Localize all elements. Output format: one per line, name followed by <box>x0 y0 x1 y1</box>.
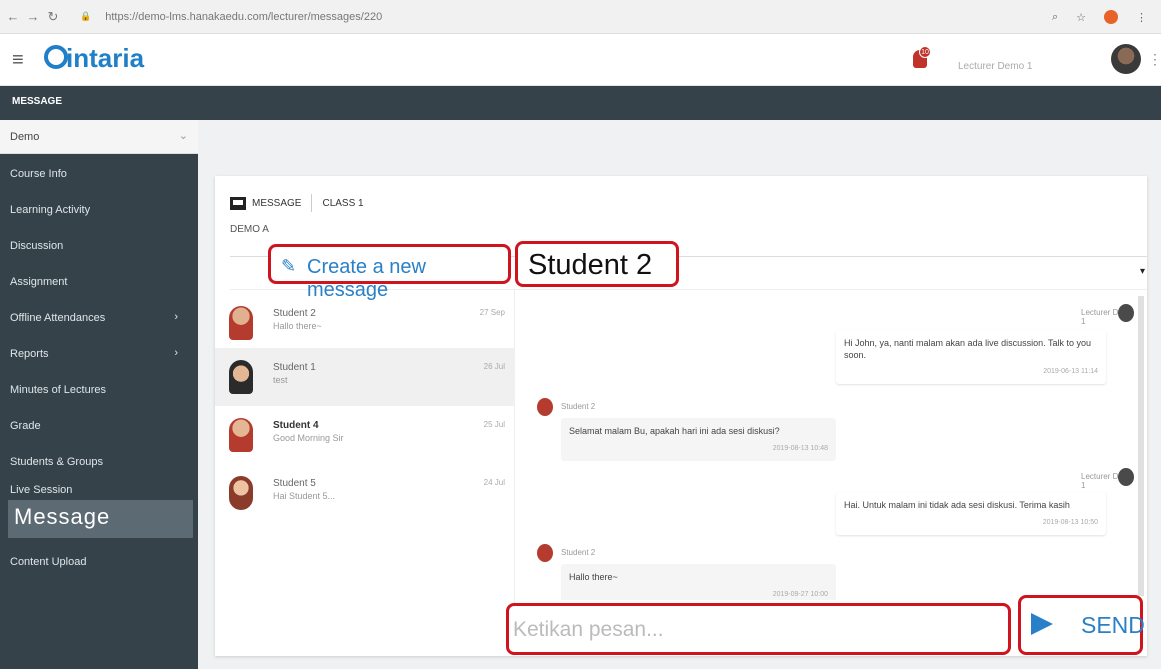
create-message-button[interactable]: ✎ Create a new message <box>268 244 511 301</box>
sidebar-item-course-info[interactable]: Course Info <box>0 162 198 188</box>
conversation-preview: Hallo there~ <box>273 321 322 331</box>
conversation-list: Student 2 Hallo there~ 27 Sep Student 1 … <box>215 290 515 656</box>
sidebar-item-learning-activity[interactable]: Learning Activity <box>0 198 198 224</box>
recipient-title: Student 2 <box>515 241 679 287</box>
message-bubble: Hallo there~ 2019-09-27 10:00 <box>561 564 836 600</box>
chat-thread: Lecturer Demo 1 Hi John, ya, nanti malam… <box>521 296 1139 600</box>
user-name[interactable]: Lecturer Demo 1 <box>958 61 1032 72</box>
extension-icon[interactable] <box>1104 10 1118 24</box>
avatar <box>229 476 253 510</box>
avatar <box>1118 304 1134 322</box>
message-input[interactable] <box>513 616 993 644</box>
avatar <box>229 360 253 394</box>
tab-class[interactable]: CLASS 1 <box>322 198 363 209</box>
browser-menu-icon[interactable]: ⋮ <box>1136 11 1147 24</box>
sidebar-item-minutes[interactable]: Minutes of Lectures <box>0 378 198 404</box>
page-title: MESSAGE <box>0 86 1161 120</box>
send-button[interactable]: SEND <box>1018 595 1145 655</box>
message-bubble: Selamat malam Bu, apakah hari ini ada se… <box>561 418 836 461</box>
sidebar-item-content-upload[interactable]: Content Upload <box>0 550 198 576</box>
list-item[interactable]: Student 5 Hai Student 5... 24 Jul <box>215 464 515 522</box>
avatar[interactable] <box>1111 44 1141 74</box>
more-icon[interactable]: ⋮ <box>1148 51 1161 68</box>
chevron-down-icon: ⌄ <box>178 130 188 142</box>
browser-toolbar: ← → ↻ 🔒 https://demo-lms.hanakaedu.com/l… <box>0 0 1161 34</box>
message-text: Hai. Untuk malam ini tidak ada sesi disk… <box>844 500 1070 510</box>
zoom-icon[interactable]: ⌕ <box>1052 11 1058 24</box>
avatar <box>537 398 553 416</box>
chat-scrollbar[interactable] <box>1138 296 1144 596</box>
conversation-preview: Good Morning Sir <box>273 433 344 443</box>
message-bubble: Hi John, ya, nanti malam akan ada live d… <box>836 330 1106 385</box>
conversation-name: Student 5 <box>273 478 316 489</box>
sidebar-item-grade[interactable]: Grade <box>0 414 198 440</box>
avatar <box>229 418 253 452</box>
conversation-preview: Hai Student 5... <box>273 491 336 501</box>
message-text: Hi John, ya, nanti malam akan ada live d… <box>844 338 1091 360</box>
sidebar: Demo ⌄ Course Info Learning Activity Dis… <box>0 120 198 669</box>
avatar <box>537 544 553 562</box>
avatar <box>229 306 253 340</box>
chevron-right-icon: › <box>174 311 178 323</box>
message-bubble: Hai. Untuk malam ini tidak ada sesi disk… <box>836 492 1106 535</box>
sidebar-item-label: Offline Attendances <box>10 312 106 324</box>
send-label: SEND <box>1081 612 1145 638</box>
conversation-date: 27 Sep <box>479 308 505 317</box>
conversation-date: 24 Jul <box>483 478 505 487</box>
avatar <box>1118 468 1134 486</box>
list-item[interactable]: Student 1 test 26 Jul <box>215 348 515 406</box>
sidebar-item-students-groups[interactable]: Students & Groups <box>0 450 198 476</box>
message-text: Selamat malam Bu, apakah hari ini ada se… <box>569 426 780 436</box>
app-header: ≡ intaria 10 Lecturer Demo 1 ⋮ <box>0 34 1161 86</box>
list-item[interactable]: Student 2 Hallo there~ 27 Sep <box>215 294 515 352</box>
conversation-name: Student 4 <box>273 420 319 431</box>
card-tabs: MESSAGE CLASS 1 <box>230 188 364 218</box>
send-icon <box>1031 613 1053 635</box>
back-icon[interactable]: ← <box>6 9 20 24</box>
menu-icon[interactable]: ≡ <box>12 49 24 72</box>
forward-icon[interactable]: → <box>26 9 40 24</box>
conversation-name: Student 1 <box>273 362 316 373</box>
sidebar-item-discussion[interactable]: Discussion <box>0 234 198 260</box>
list-item[interactable]: Student 4 Good Morning Sir 25 Jul <box>215 406 515 464</box>
message-time: 2019-06-13 11:14 <box>1043 368 1098 376</box>
lock-icon: 🔒 <box>80 11 92 21</box>
conversation-date: 26 Jul <box>483 362 505 371</box>
dropdown-icon[interactable]: ▾ <box>1140 266 1145 277</box>
sidebar-item-offline-attendances[interactable]: Offline Attendances › <box>0 306 198 332</box>
conversation-name: Student 2 <box>273 308 316 319</box>
address-bar[interactable]: https://demo-lms.hanakaedu.com/lecturer/… <box>105 11 382 23</box>
sender-name: Student 2 <box>561 548 596 557</box>
chevron-right-icon: › <box>174 347 178 359</box>
tab-message[interactable]: MESSAGE <box>252 198 301 209</box>
conversation-preview: test <box>273 375 288 385</box>
message-time: 2019-08-13 10:48 <box>772 444 828 452</box>
conversation-date: 25 Jul <box>483 420 505 429</box>
message-text: Hallo there~ <box>569 572 618 582</box>
message-input-wrapper <box>506 603 1011 655</box>
star-icon[interactable]: ☆ <box>1076 11 1086 24</box>
course-select-value: Demo <box>10 131 40 143</box>
notification-badge: 10 <box>919 46 931 58</box>
sidebar-item-message[interactable]: Message <box>8 500 193 538</box>
sidebar-item-assignment[interactable]: Assignment <box>0 270 198 296</box>
sidebar-item-reports[interactable]: Reports › <box>0 342 198 368</box>
class-name: DEMO A <box>230 224 269 235</box>
message-time: 2019-09-27 10:00 <box>772 590 828 598</box>
message-icon <box>230 196 246 210</box>
course-select[interactable]: Demo ⌄ <box>0 120 198 154</box>
logo[interactable]: intaria <box>44 43 144 74</box>
pencil-icon: ✎ <box>281 256 297 276</box>
message-time: 2019-08-13 10:50 <box>1042 518 1098 526</box>
sender-name: Student 2 <box>561 402 596 411</box>
divider <box>311 194 313 212</box>
reload-icon[interactable]: ↻ <box>46 9 60 25</box>
sidebar-item-label: Reports <box>10 348 49 360</box>
